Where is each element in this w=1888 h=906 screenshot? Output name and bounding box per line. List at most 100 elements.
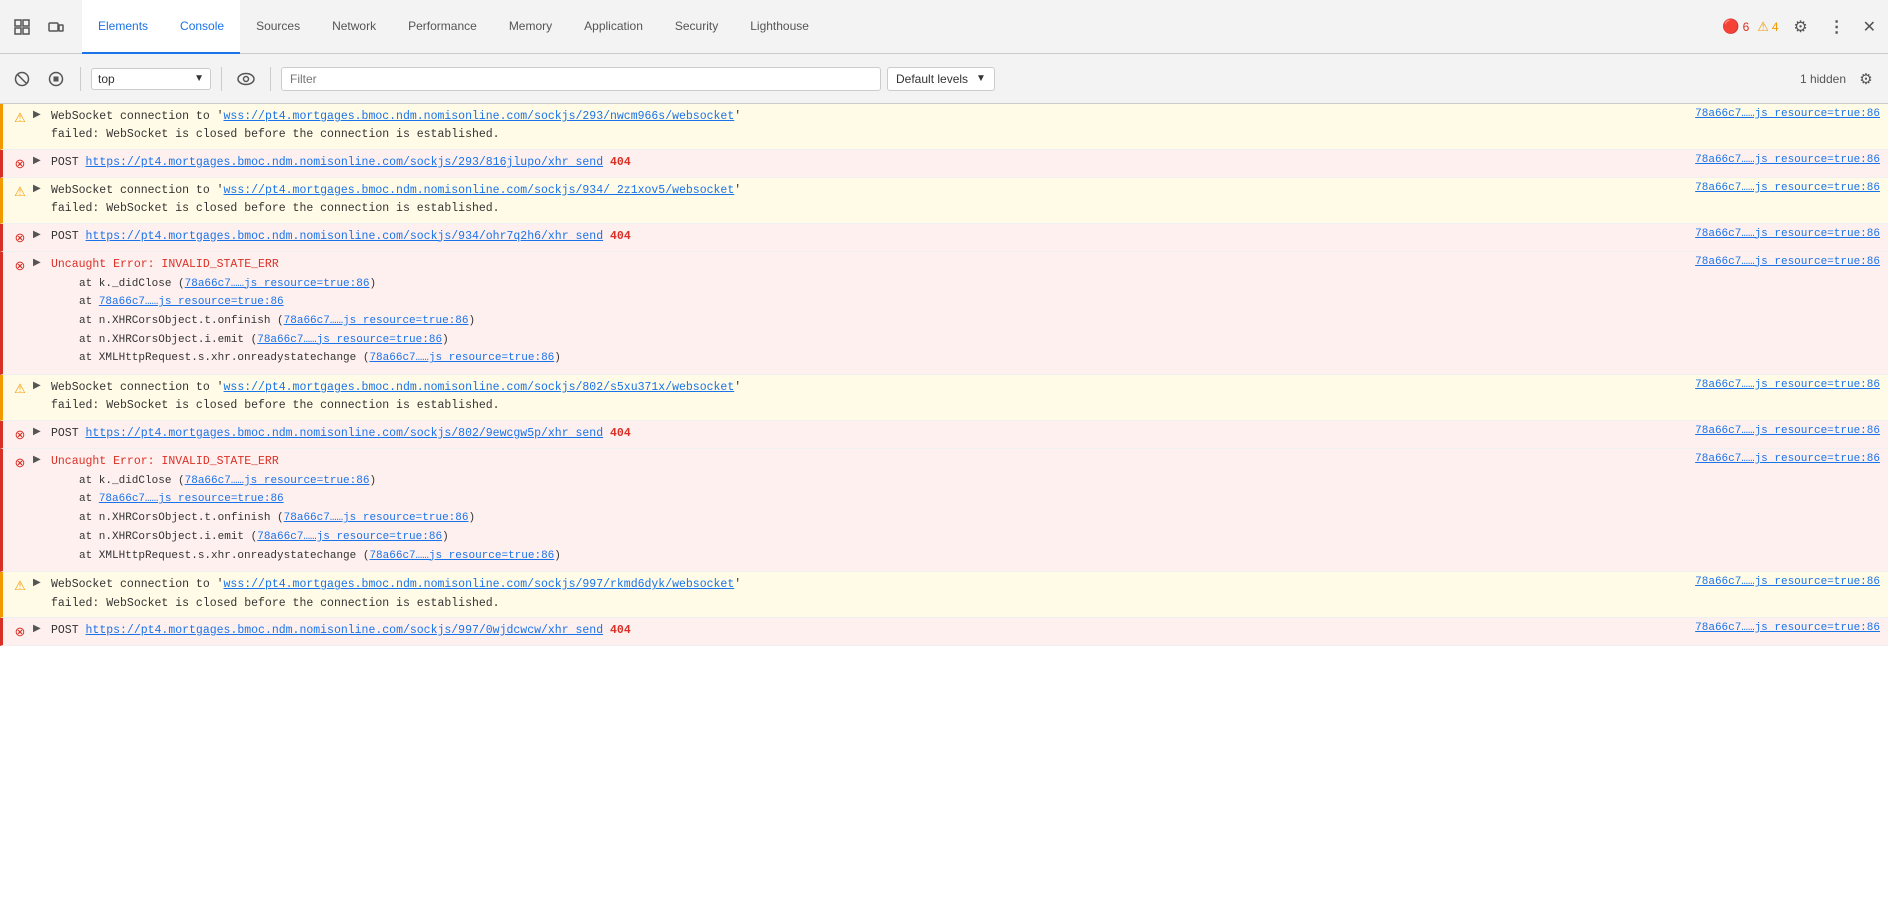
devtools-icons: [8, 13, 70, 41]
source-ref-8[interactable]: 78a66c7……js resource=true:86: [1695, 453, 1880, 465]
source-ref-7[interactable]: 78a66c7……js resource=true:86: [1695, 425, 1880, 437]
source-ref-4[interactable]: 78a66c7……js resource=true:86: [1695, 228, 1880, 240]
stack-link-8-1[interactable]: 78a66c7……js resource=true:86: [185, 475, 370, 487]
error-icon-8: ⊗: [11, 454, 29, 472]
tab-application[interactable]: Application: [568, 0, 659, 54]
source-ref-5[interactable]: 78a66c7……js resource=true:86: [1695, 256, 1880, 268]
hidden-count: 1 hidden: [1800, 72, 1846, 86]
context-selector[interactable]: top ▼: [91, 68, 211, 90]
warn-count: 4: [1772, 20, 1779, 34]
stop-icon[interactable]: [42, 65, 70, 93]
stack-line-8-5: at XMLHttpRequest.s.xhr.onreadystatechan…: [47, 547, 561, 566]
stack-trace-5: at k._didClose (78a66c7……js resource=tru…: [11, 275, 561, 368]
levels-dropdown-icon: ▼: [976, 73, 986, 84]
entry-content-10: POST https://pt4.mortgages.bmoc.ndm.nomi…: [51, 622, 1695, 640]
error-icon-2: ⊗: [11, 155, 29, 173]
tab-network[interactable]: Network: [316, 0, 392, 54]
stack-link-8-5[interactable]: 78a66c7……js resource=true:86: [369, 550, 554, 562]
inspect-icon[interactable]: [8, 13, 36, 41]
expand-arrow-4[interactable]: ▶: [33, 229, 47, 240]
tab-sources[interactable]: Sources: [240, 0, 316, 54]
levels-dropdown[interactable]: Default levels ▼: [887, 67, 995, 91]
tab-lighthouse-label: Lighthouse: [750, 19, 809, 33]
error-circle-icon: 🔴: [1722, 18, 1739, 35]
ws-link-6[interactable]: wss://pt4.mortgages.bmoc.ndm.nomisonline…: [224, 381, 735, 394]
tab-security[interactable]: Security: [659, 0, 734, 54]
stack-link-8-4[interactable]: 78a66c7……js resource=true:86: [257, 531, 442, 543]
tab-lighthouse[interactable]: Lighthouse: [734, 0, 825, 54]
separator-1: [80, 67, 81, 91]
close-icon[interactable]: ✕: [1859, 13, 1880, 41]
source-ref-9[interactable]: 78a66c7……js resource=true:86: [1695, 576, 1880, 588]
console-entry-5: ⊗ ▶ Uncaught Error: INVALID_STATE_ERR 78…: [0, 252, 1888, 375]
entry-content-2: POST https://pt4.mortgages.bmoc.ndm.nomi…: [51, 154, 1695, 172]
entry-content-7: POST https://pt4.mortgages.bmoc.ndm.nomi…: [51, 425, 1695, 443]
eye-icon[interactable]: [232, 65, 260, 93]
stack-link-8-2[interactable]: 78a66c7……js resource=true:86: [99, 493, 284, 505]
settings-icon[interactable]: ⚙: [1787, 13, 1815, 41]
entry-content-3: WebSocket connection to 'wss://pt4.mortg…: [51, 182, 1695, 219]
post-link-2[interactable]: https://pt4.mortgages.bmoc.ndm.nomisonli…: [86, 156, 604, 169]
console-entry-10: ⊗ ▶ POST https://pt4.mortgages.bmoc.ndm.…: [0, 618, 1888, 646]
tab-bar-right: 🔴 6 ⚠ 4 ⚙ ⋮ ✕: [1722, 13, 1880, 41]
stack-link-5-4[interactable]: 78a66c7……js resource=true:86: [257, 334, 442, 346]
tab-elements-label: Elements: [98, 19, 148, 33]
stack-link-8-3[interactable]: 78a66c7……js resource=true:86: [284, 512, 469, 524]
post-link-7[interactable]: https://pt4.mortgages.bmoc.ndm.nomisonli…: [86, 427, 604, 440]
source-ref-3[interactable]: 78a66c7……js resource=true:86: [1695, 182, 1880, 194]
console-area: ⚠ ▶ WebSocket connection to 'wss://pt4.m…: [0, 104, 1888, 906]
source-ref-10[interactable]: 78a66c7……js resource=true:86: [1695, 622, 1880, 634]
filter-input[interactable]: [281, 67, 881, 91]
expand-arrow-7[interactable]: ▶: [33, 426, 47, 437]
stack-line-5-4: at n.XHRCorsObject.i.emit (78a66c7……js r…: [47, 331, 561, 350]
more-options-icon[interactable]: ⋮: [1823, 13, 1851, 41]
error-count: 6: [1743, 20, 1750, 34]
stack-line-5-2: at 78a66c7……js resource=true:86: [47, 293, 561, 312]
stack-line-5-3: at n.XHRCorsObject.t.onfinish (78a66c7………: [47, 312, 561, 331]
expand-arrow-2[interactable]: ▶: [33, 155, 47, 166]
tab-console[interactable]: Console: [164, 0, 240, 54]
stack-link-5-3[interactable]: 78a66c7……js resource=true:86: [284, 315, 469, 327]
console-settings-icon[interactable]: ⚙: [1852, 65, 1880, 93]
clear-console-icon[interactable]: [8, 65, 36, 93]
ws-link-3[interactable]: wss://pt4.mortgages.bmoc.ndm.nomisonline…: [224, 184, 735, 197]
levels-label: Default levels: [896, 72, 968, 86]
stack-line-5-5: at XMLHttpRequest.s.xhr.onreadystatechan…: [47, 349, 561, 368]
stack-link-5-5[interactable]: 78a66c7……js resource=true:86: [369, 352, 554, 364]
error-icon-7: ⊗: [11, 426, 29, 444]
post-link-4[interactable]: https://pt4.mortgages.bmoc.ndm.nomisonli…: [86, 230, 604, 243]
console-entry-6: ⚠ ▶ WebSocket connection to 'wss://pt4.m…: [0, 375, 1888, 421]
expand-arrow-1[interactable]: ▶: [33, 109, 47, 120]
tab-performance[interactable]: Performance: [392, 0, 493, 54]
tab-console-label: Console: [180, 19, 224, 33]
console-entry-7: ⊗ ▶ POST https://pt4.mortgages.bmoc.ndm.…: [0, 421, 1888, 449]
stack-line-8-1: at k._didClose (78a66c7……js resource=tru…: [47, 472, 561, 491]
tab-memory[interactable]: Memory: [493, 0, 568, 54]
tab-performance-label: Performance: [408, 19, 477, 33]
warn-icon-1: ⚠: [11, 109, 29, 127]
expand-arrow-6[interactable]: ▶: [33, 380, 47, 391]
device-toggle-icon[interactable]: [42, 13, 70, 41]
source-ref-2[interactable]: 78a66c7……js resource=true:86: [1695, 154, 1880, 166]
stack-link-5-2[interactable]: 78a66c7……js resource=true:86: [99, 296, 284, 308]
expand-arrow-3[interactable]: ▶: [33, 183, 47, 194]
source-ref-1[interactable]: 78a66c7……js resource=true:86: [1695, 108, 1880, 120]
error-icon-5: ⊗: [11, 257, 29, 275]
expand-arrow-5[interactable]: ▶: [33, 257, 47, 268]
source-ref-6[interactable]: 78a66c7……js resource=true:86: [1695, 379, 1880, 391]
tab-elements[interactable]: Elements: [82, 0, 164, 54]
stack-link-5-1[interactable]: 78a66c7……js resource=true:86: [185, 278, 370, 290]
warn-icon-6: ⚠: [11, 380, 29, 398]
expand-arrow-9[interactable]: ▶: [33, 577, 47, 588]
post-link-10[interactable]: https://pt4.mortgages.bmoc.ndm.nomisonli…: [86, 624, 604, 637]
error-icon-10: ⊗: [11, 623, 29, 641]
tab-security-label: Security: [675, 19, 718, 33]
separator-2: [221, 67, 222, 91]
expand-arrow-10[interactable]: ▶: [33, 623, 47, 634]
tab-bar: Elements Console Sources Network Perform…: [0, 0, 1888, 54]
expand-arrow-8[interactable]: ▶: [33, 454, 47, 465]
console-entry-1: ⚠ ▶ WebSocket connection to 'wss://pt4.m…: [0, 104, 1888, 150]
ws-link-9[interactable]: wss://pt4.mortgages.bmoc.ndm.nomisonline…: [224, 578, 735, 591]
warn-triangle-icon: ⚠: [1757, 19, 1769, 35]
ws-link-1[interactable]: wss://pt4.mortgages.bmoc.ndm.nomisonline…: [224, 110, 735, 123]
